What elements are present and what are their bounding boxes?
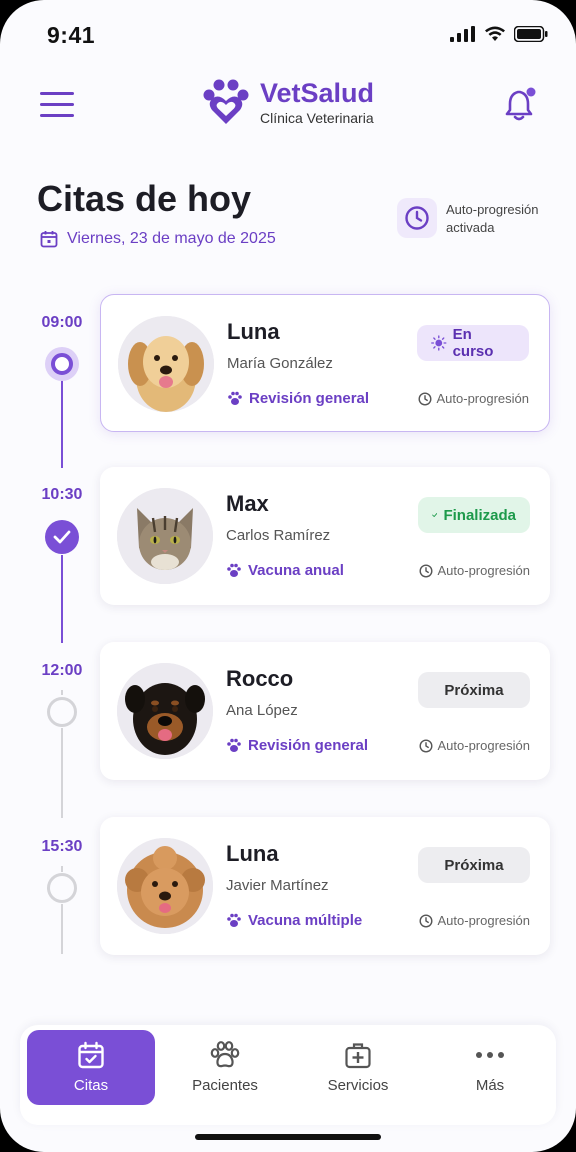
pet-avatar — [117, 663, 213, 759]
clock-icon — [418, 738, 433, 753]
status-badge: Próxima — [418, 672, 530, 708]
appointment-time: 15:30 — [41, 838, 83, 855]
date-row: Viernes, 23 de mayo de 2025 — [40, 230, 276, 248]
clock-icon — [418, 563, 433, 578]
brand-subtitle: Clínica Veterinaria — [260, 110, 374, 126]
pet-avatar — [117, 488, 213, 584]
nav-citas[interactable]: Citas — [27, 1030, 155, 1105]
pending-status-dot — [47, 697, 77, 727]
auto-progress-note: Auto-progresión — [418, 563, 530, 578]
service-type: Revisión general — [227, 390, 369, 407]
timeline-segment — [61, 555, 63, 643]
pet-avatar — [118, 316, 214, 412]
status-badge: Finalizada — [418, 497, 530, 533]
timeline-segment — [61, 380, 63, 468]
timeline-segment — [61, 690, 63, 695]
app-screen: 9:41 VetSalud Clínica Veterinaria Citas … — [0, 0, 576, 1152]
brand-name: VetSalud — [260, 78, 375, 108]
rottweiler-image — [117, 663, 213, 759]
timeline-segment — [61, 904, 63, 954]
notifications-button[interactable] — [504, 86, 538, 122]
clock-icon — [418, 913, 433, 928]
signal-icon — [450, 26, 475, 42]
pet-name: Luna — [227, 319, 280, 344]
owner-name: María González — [227, 355, 333, 372]
brand-logo: VetSalud Clínica Veterinaria — [200, 78, 374, 126]
calendar-check-icon — [78, 1041, 104, 1069]
appointment-card[interactable]: Luna Javier Martínez Vacuna múltiple Pró… — [100, 817, 550, 955]
status-icons — [450, 26, 548, 42]
date-label: Viernes, 23 de mayo de 2025 — [67, 230, 276, 247]
auto-progress-note: Auto-progresión — [418, 913, 530, 928]
golden-retriever-image — [118, 316, 214, 412]
status-badge: Próxima — [418, 847, 530, 883]
bottom-nav: Citas Pacientes Servicios Más — [20, 1025, 556, 1125]
clock-icon — [405, 206, 429, 230]
status-badge: En curso — [417, 325, 529, 361]
home-indicator[interactable] — [195, 1134, 381, 1140]
pending-status-dot — [47, 873, 77, 903]
pet-name: Max — [226, 491, 269, 516]
paw-icon — [228, 391, 242, 405]
paw-icon — [227, 563, 241, 577]
pet-avatar — [117, 838, 213, 934]
paw-icon — [210, 1041, 240, 1068]
owner-name: Ana López — [226, 702, 298, 719]
battery-icon — [514, 26, 548, 42]
paw-icon — [227, 913, 241, 927]
sun-icon — [431, 335, 447, 351]
bell-icon — [505, 87, 536, 121]
timeline-segment — [61, 866, 63, 872]
check-icon — [432, 513, 438, 517]
nav-servicios[interactable]: Servicios — [294, 1030, 422, 1105]
more-dots-icon — [476, 1052, 504, 1058]
nav-mas[interactable]: Más — [426, 1030, 554, 1105]
clock-icon — [417, 391, 432, 406]
menu-icon — [40, 92, 74, 95]
medical-kit-icon — [345, 1043, 371, 1069]
tabby-cat-image — [117, 488, 213, 584]
appointment-card[interactable]: Luna María González Revisión general En … — [100, 294, 550, 432]
paw-heart-logo-icon — [203, 79, 249, 124]
timeline-segment — [61, 728, 63, 818]
wifi-icon — [485, 26, 505, 41]
auto-progress-toggle[interactable] — [397, 198, 437, 238]
owner-name: Carlos Ramírez — [226, 527, 331, 544]
menu-button[interactable] — [40, 92, 74, 118]
completed-status-dot — [45, 520, 79, 554]
service-type: Revisión general — [226, 737, 368, 754]
current-status-dot — [45, 347, 79, 381]
service-type: Vacuna anual — [226, 562, 344, 579]
appointment-time: 12:00 — [41, 662, 83, 679]
status-time: 9:41 — [47, 22, 96, 48]
nav-pacientes[interactable]: Pacientes — [161, 1030, 289, 1105]
owner-name: Javier Martínez — [226, 877, 329, 894]
appointment-card[interactable]: Rocco Ana López Revisión general Próxima… — [100, 642, 550, 780]
appointment-card[interactable]: Max Carlos Ramírez Vacuna anual Finaliza… — [100, 467, 550, 605]
check-icon — [53, 530, 71, 544]
pet-name: Luna — [226, 841, 279, 866]
auto-progress-label: Auto-progresión activada — [446, 202, 539, 235]
page-title: Citas de hoy — [37, 178, 252, 219]
goldendoodle-image — [117, 838, 213, 934]
auto-progress-note: Auto-progresión — [417, 391, 529, 406]
pet-name: Rocco — [226, 666, 294, 691]
appointment-time: 09:00 — [41, 314, 83, 331]
paw-icon — [227, 738, 241, 752]
auto-progress-note: Auto-progresión — [418, 738, 530, 753]
appointment-time: 10:30 — [41, 486, 83, 503]
calendar-icon — [40, 231, 58, 248]
service-type: Vacuna múltiple — [226, 912, 362, 929]
